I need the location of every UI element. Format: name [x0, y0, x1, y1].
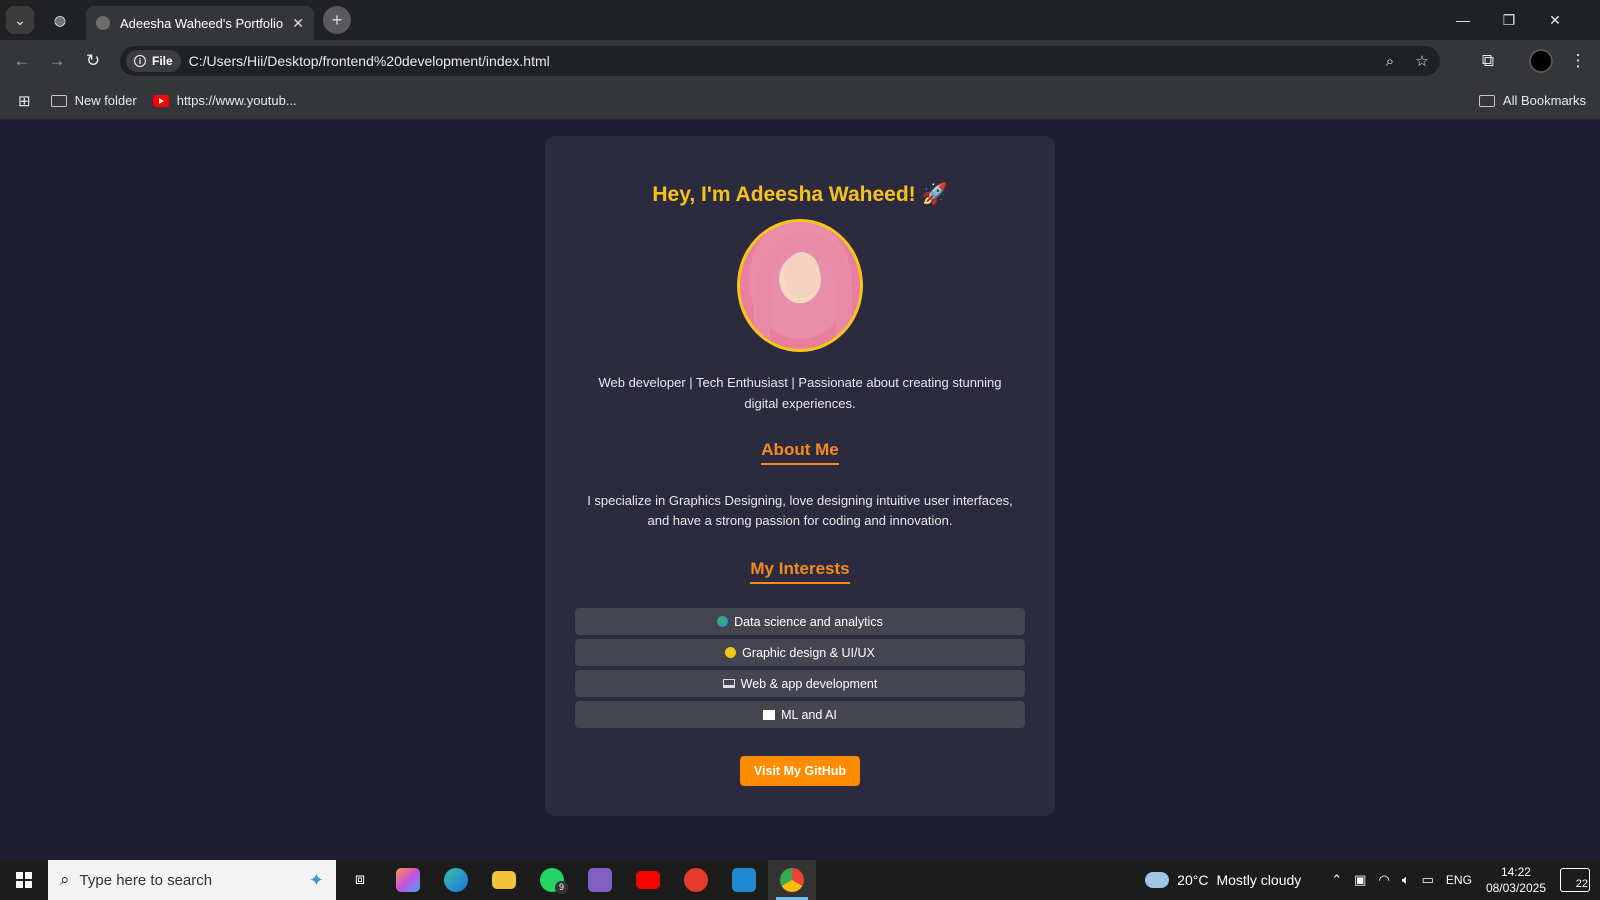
folder-icon	[50, 94, 67, 107]
chevron-up-icon[interactable]: ⌃	[1331, 872, 1342, 888]
visual-studio-icon[interactable]	[576, 860, 624, 900]
copilot-icon[interactable]	[384, 860, 432, 900]
tab-strip: ⌄ ◍ Adeesha Waheed's Portfolio ✕ + — ❐ ✕	[0, 0, 1600, 40]
laptop-icon	[722, 679, 735, 688]
site-info-chip[interactable]: i File	[126, 50, 181, 72]
about-heading: About Me	[761, 440, 839, 465]
task-view-icon[interactable]: ⧈	[336, 860, 384, 900]
notification-icon[interactable]: 22	[1560, 868, 1590, 892]
page-viewport: Hey, I'm Adeesha Waheed! 🚀 Web developer…	[0, 120, 1600, 860]
youtube-icon	[152, 94, 169, 107]
interests-heading: My Interests	[750, 559, 850, 584]
hero-heading: Hey, I'm Adeesha Waheed! 🚀	[652, 183, 948, 206]
plus-icon: +	[331, 9, 343, 30]
taskbar-search[interactable]: ⌕ Type here to search ✦	[48, 860, 336, 900]
page-favicon-icon	[96, 16, 110, 30]
tab-title: Adeesha Waheed's Portfolio	[120, 15, 284, 31]
vscode-icon[interactable]	[720, 860, 768, 900]
close-tab-icon[interactable]: ✕	[292, 15, 304, 32]
sparkle-icon: ✦	[308, 869, 324, 890]
wps-office-icon[interactable]	[672, 860, 720, 900]
profile-photo	[737, 219, 863, 352]
monitor-icon	[763, 709, 776, 720]
whatsapp-icon[interactable]: 9	[528, 860, 576, 900]
language-indicator[interactable]: ENG	[1446, 873, 1472, 887]
search-icon: ⌕	[60, 870, 70, 889]
chrome-icon[interactable]	[768, 860, 816, 900]
globe-icon	[717, 616, 729, 627]
folder-icon	[1478, 94, 1495, 107]
list-item: Data science and analytics	[575, 608, 1025, 635]
zoom-icon[interactable]: ⌕	[1378, 53, 1402, 70]
list-item: ML and AI	[575, 701, 1025, 728]
meet-icon[interactable]: ▣	[1354, 872, 1366, 888]
whatsapp-badge: 9	[555, 881, 568, 894]
tagline: Web developer | Tech Enthusiast | Passio…	[598, 375, 1002, 411]
list-item: Web & app development	[575, 670, 1025, 697]
github-button[interactable]: Visit My GitHub	[739, 756, 861, 786]
globe-icon[interactable]: ◍	[46, 6, 74, 34]
bookmark-youtube[interactable]: https://www.youtub...	[152, 93, 297, 108]
extensions-icon[interactable]: ⧉	[1474, 47, 1502, 75]
tab-active[interactable]: Adeesha Waheed's Portfolio ✕	[86, 6, 314, 40]
browser-toolbar: ← → ↻ i File C:/Users/Hii/Desktop/fronten…	[0, 40, 1600, 82]
wifi-icon[interactable]: ◠	[1378, 872, 1389, 888]
forward-arrow-icon[interactable]: →	[43, 47, 71, 75]
volume-icon[interactable]: 🔈︎	[1402, 872, 1410, 888]
url-text[interactable]: C:/Users/Hii/Desktop/frontend%20developm…	[189, 53, 1370, 69]
taskbar: ⌕ Type here to search ✦ ⧈ 9 20°C Mostly …	[0, 860, 1600, 900]
address-bar[interactable]: i File C:/Users/Hii/Desktop/frontend%20de…	[120, 46, 1440, 76]
minimize-button[interactable]: —	[1440, 0, 1486, 40]
about-text: I specialize in Graphics Designing, love…	[587, 493, 1013, 528]
list-item: Graphic design & UI/UX	[575, 639, 1025, 666]
bookmarks-bar: ⊞ New folder https://www.youtub... All B…	[0, 82, 1600, 120]
new-tab-button[interactable]: +	[323, 6, 351, 34]
info-icon: i	[134, 55, 146, 67]
youtube-app-icon[interactable]	[624, 860, 672, 900]
apps-grid-icon[interactable]: ⊞	[18, 92, 31, 110]
palette-icon	[725, 647, 737, 658]
clock[interactable]: 14:22 08/03/2025	[1486, 864, 1546, 896]
file-explorer-icon[interactable]	[480, 860, 528, 900]
all-bookmarks[interactable]: All Bookmarks	[1478, 93, 1586, 108]
profile-avatar[interactable]	[1527, 47, 1555, 75]
close-window-button[interactable]: ✕	[1532, 0, 1578, 40]
tab-search-button[interactable]: ⌄	[6, 6, 34, 34]
cloud-icon	[1145, 872, 1170, 888]
weather-widget[interactable]: 20°C Mostly cloudy	[1145, 872, 1301, 888]
chevron-down-icon: ⌄	[14, 11, 26, 28]
reload-icon[interactable]: ↻	[79, 47, 107, 75]
windows-icon	[16, 872, 32, 888]
back-arrow-icon[interactable]: ←	[8, 47, 36, 75]
start-button[interactable]	[0, 860, 48, 900]
edge-icon[interactable]	[432, 860, 480, 900]
bookmark-new-folder[interactable]: New folder	[50, 93, 137, 108]
portfolio-card: Hey, I'm Adeesha Waheed! 🚀 Web developer…	[545, 136, 1055, 816]
menu-icon[interactable]: ⋮	[1564, 47, 1592, 75]
battery-icon[interactable]: ▭	[1422, 872, 1434, 888]
interests-list: Data science and analytics Graphic desig…	[575, 608, 1025, 728]
bookmark-star-icon[interactable]: ☆	[1410, 52, 1434, 70]
restore-button[interactable]: ❐	[1486, 0, 1532, 40]
system-tray: 20°C Mostly cloudy ⌃ ▣ ◠ 🔈︎ ▭ ENG 14:22 …	[1145, 864, 1600, 896]
